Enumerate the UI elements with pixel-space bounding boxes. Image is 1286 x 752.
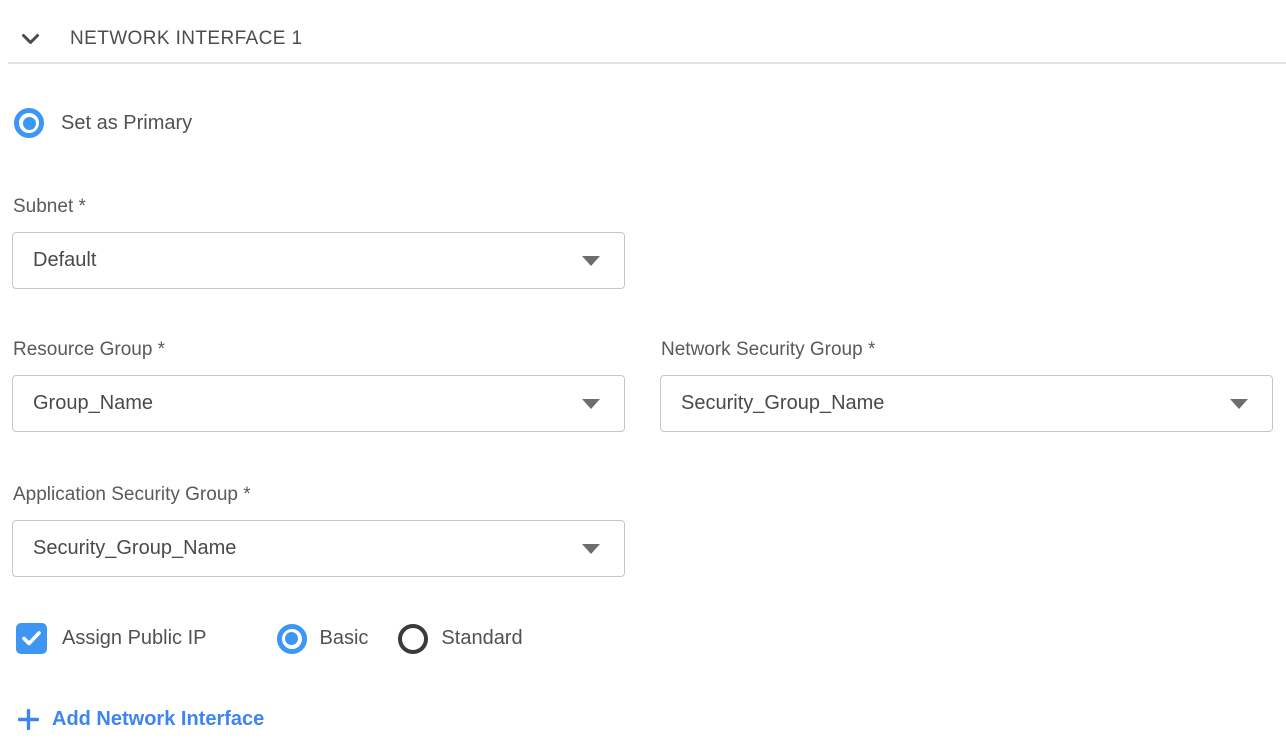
section-divider [8, 62, 1286, 64]
resource-group-value: Group_Name [33, 392, 153, 415]
application-security-group-select[interactable]: Security_Group_Name [12, 520, 625, 577]
caret-down-icon [582, 544, 600, 554]
application-security-group-field: Application Security Group * Security_Gr… [12, 484, 1286, 577]
resource-group-label: Resource Group * [13, 339, 625, 361]
network-security-group-select[interactable]: Security_Group_Name [660, 375, 1273, 432]
subnet-field: Subnet * Default [12, 196, 1286, 289]
add-network-interface-link[interactable]: Add Network Interface [18, 708, 264, 731]
network-security-group-field: Network Security Group * Security_Group_… [660, 339, 1273, 432]
assign-public-ip-label: Assign Public IP [62, 627, 207, 650]
standard-radio[interactable] [398, 624, 428, 654]
network-interface-section-header: NETWORK INTERFACE 1 [0, 0, 1286, 62]
assign-public-ip-checkbox[interactable] [16, 623, 47, 654]
section-title: NETWORK INTERFACE 1 [70, 28, 302, 50]
collapse-chevron-down-icon[interactable] [20, 31, 40, 47]
caret-down-icon [582, 256, 600, 266]
subnet-label: Subnet * [13, 196, 1286, 218]
caret-down-icon [582, 399, 600, 409]
plus-icon [18, 709, 39, 730]
set-as-primary-radio[interactable] [14, 108, 44, 138]
basic-radio[interactable] [277, 624, 307, 654]
sku-option-basic[interactable]: Basic [277, 624, 369, 654]
standard-label: Standard [441, 627, 522, 650]
subnet-select[interactable]: Default [12, 232, 625, 289]
network-security-group-label: Network Security Group * [661, 339, 1273, 361]
add-network-interface-label: Add Network Interface [52, 708, 264, 731]
subnet-value: Default [33, 249, 96, 272]
chevron-down-icon [21, 33, 40, 46]
public-ip-options-row: Assign Public IP Basic Standard [16, 623, 1286, 654]
resource-group-field: Resource Group * Group_Name [12, 339, 625, 432]
application-security-group-value: Security_Group_Name [33, 537, 236, 560]
radio-selected-dot [23, 117, 36, 130]
checkmark-icon [21, 630, 42, 647]
sku-option-standard[interactable]: Standard [398, 624, 522, 654]
set-as-primary-label: Set as Primary [61, 112, 192, 135]
radio-selected-dot [285, 632, 298, 645]
resource-group-select[interactable]: Group_Name [12, 375, 625, 432]
set-as-primary-option[interactable]: Set as Primary [14, 108, 1286, 138]
network-interface-form: Set as Primary Subnet * Default Resource… [0, 108, 1286, 731]
application-security-group-label: Application Security Group * [13, 484, 1286, 506]
caret-down-icon [1230, 399, 1248, 409]
network-security-group-value: Security_Group_Name [681, 392, 884, 415]
basic-label: Basic [320, 627, 369, 650]
